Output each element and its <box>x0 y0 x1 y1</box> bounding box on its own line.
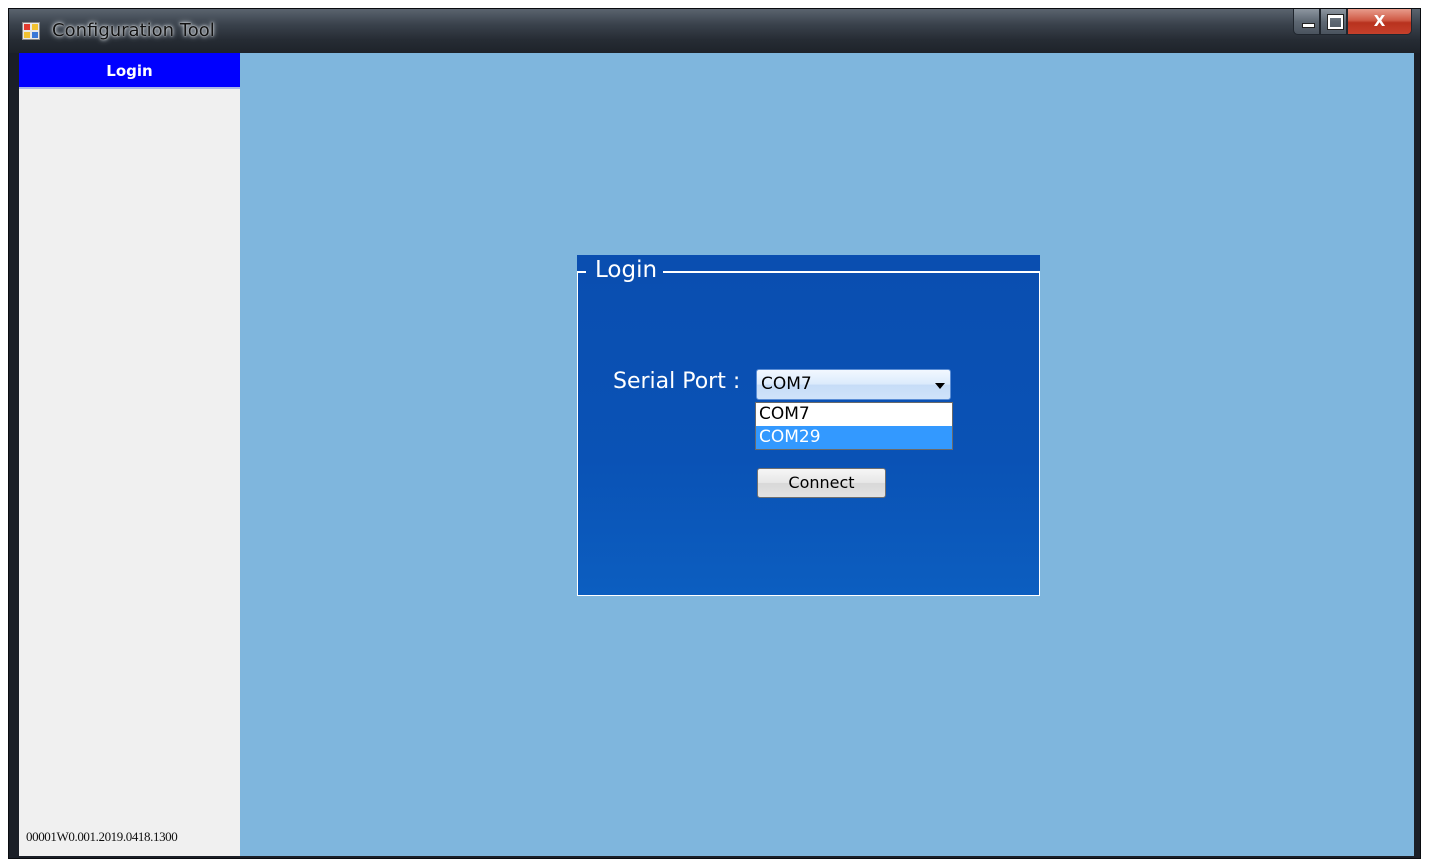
title-bar[interactable]: Configuration Tool X <box>9 9 1420 53</box>
close-icon: X <box>1373 12 1386 30</box>
groupbox-title: Login <box>586 256 664 284</box>
app-window-icon <box>22 22 40 40</box>
login-groupbox: Login Serial Port : COM7 COM7 COM29 Conn… <box>577 255 1040 596</box>
sidebar-item-login[interactable]: Login <box>19 53 240 89</box>
connect-button[interactable]: Connect <box>757 468 886 498</box>
sidebar: Login 00001W0.001.2019.0418.1300 <box>19 53 240 856</box>
chevron-down-icon[interactable] <box>935 383 945 389</box>
caption-buttons: X <box>1293 9 1412 37</box>
version-label: 00001W0.001.2019.0418.1300 <box>26 829 178 844</box>
maximize-button[interactable] <box>1320 9 1347 35</box>
serial-port-selected-value: COM7 <box>761 374 812 394</box>
maximize-icon <box>1328 15 1343 29</box>
close-button[interactable]: X <box>1347 9 1412 35</box>
application-window: Configuration Tool X Login 00001W0.001.2… <box>8 8 1421 859</box>
serial-port-label: Serial Port : <box>613 369 741 394</box>
serial-port-dropdown-list[interactable]: COM7 COM29 <box>755 402 953 450</box>
serial-port-select[interactable]: COM7 <box>756 369 951 400</box>
dropdown-option-highlighted[interactable]: COM29 <box>756 426 952 449</box>
dropdown-option[interactable]: COM7 <box>756 403 952 426</box>
minimize-button[interactable] <box>1293 9 1320 35</box>
client-area: Login 00001W0.001.2019.0418.1300 Login S… <box>19 53 1414 856</box>
minimize-icon <box>1302 23 1315 28</box>
window-title: Configuration Tool <box>52 20 215 41</box>
